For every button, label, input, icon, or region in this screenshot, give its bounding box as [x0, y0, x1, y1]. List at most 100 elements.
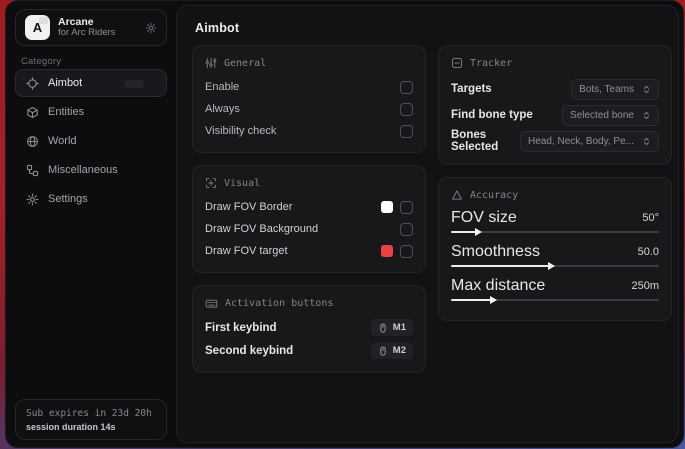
setting-label: Find bone type [451, 109, 562, 121]
setting-label: Enable [205, 81, 400, 93]
tracker-row-targets: Targets Bots, Teams [451, 76, 659, 102]
workflow-icon [26, 164, 39, 177]
slider-row-smoothness: Smoothness 50.0 [451, 242, 659, 261]
category-label: Category [21, 56, 61, 67]
always-checkbox[interactable] [400, 103, 413, 116]
keybind-row-second: Second keybind M2 [205, 339, 413, 362]
card-title: Accuracy [470, 190, 518, 201]
find-bone-type-dropdown[interactable]: Selected bone [562, 105, 659, 126]
tracker-row-bone-type: Find bone type Selected bone [451, 102, 659, 128]
dropdown-value: Bots, Teams [579, 84, 634, 95]
setting-row-fov-target: Draw FOV target [205, 240, 413, 262]
smoothness-slider[interactable] [451, 261, 659, 272]
slider-value: 50° [642, 212, 659, 224]
logo-letter: A [33, 20, 42, 35]
dropdown-value: Selected bone [570, 110, 634, 121]
setting-label: Bones Selected [451, 129, 520, 153]
setting-row-enable: Enable [205, 76, 413, 98]
mouse-icon [378, 323, 388, 333]
chevron-up-down-icon [642, 137, 651, 146]
setting-row-fov-border: Draw FOV Border [205, 196, 413, 218]
app-subtitle: for Arc Riders [58, 28, 116, 39]
sidebar-item-label: Aimbot [48, 77, 82, 89]
keybind-value: M1 [393, 322, 406, 333]
slider-handle[interactable] [548, 262, 555, 270]
nav-item-faint-hint [124, 80, 144, 88]
max-distance-slider[interactable] [451, 295, 659, 306]
left-column: General Enable Always Visibility check [192, 45, 426, 385]
app-window: A Arcane for Arc Riders Category Aimbot [5, 0, 684, 448]
slider-fill [451, 231, 480, 233]
session-duration-text: session duration 14s [26, 422, 156, 432]
dropdown-value: Head, Neck, Body, Pe... [528, 136, 634, 147]
fov-background-checkbox[interactable] [400, 223, 413, 236]
slider-handle[interactable] [490, 296, 497, 304]
color-swatch-white[interactable] [381, 201, 393, 213]
tracker-row-bones-selected: Bones Selected Head, Neck, Body, Pe... [451, 128, 659, 154]
sliders-icon [205, 57, 217, 69]
cube-icon [26, 106, 39, 119]
gear-icon[interactable] [145, 22, 157, 34]
setting-label: Visibility check [205, 125, 400, 137]
first-keybind-button[interactable]: M1 [371, 319, 413, 336]
setting-label: Smoothness [451, 243, 638, 261]
chevron-up-down-icon [642, 111, 651, 120]
slider-track[interactable] [451, 231, 659, 233]
sidebar-item-label: World [48, 135, 77, 147]
slider-row-max-distance: Max distance 250m [451, 276, 659, 295]
keyboard-icon [205, 297, 218, 310]
card-general: General Enable Always Visibility check [192, 45, 426, 153]
card-accuracy: Accuracy FOV size 50° Smoothness 50.0 [438, 177, 672, 321]
page-title: Aimbot [195, 21, 239, 35]
slider-fill [451, 299, 495, 301]
sidebar-item-aimbot[interactable]: Aimbot [15, 69, 167, 97]
slider-fill [451, 265, 553, 267]
sidebar-item-miscellaneous[interactable]: Miscellaneous [15, 156, 167, 184]
card-title: Activation buttons [225, 298, 333, 309]
card-activation-buttons: Activation buttons First keybind M1 Seco… [192, 285, 426, 373]
sidebar-item-label: Miscellaneous [48, 164, 118, 176]
settings-gear-icon [26, 193, 39, 206]
card-title: Visual [224, 178, 260, 189]
scan-box-icon [451, 57, 463, 69]
fov-target-checkbox[interactable] [400, 245, 413, 258]
slider-handle[interactable] [475, 228, 482, 236]
logo-box: A Arcane for Arc Riders [15, 9, 167, 46]
sidebar-nav: Aimbot Entities World Miscellaneous [15, 69, 167, 214]
card-visual: Visual Draw FOV Border Draw FOV Backgrou… [192, 165, 426, 273]
card-title: Tracker [470, 58, 512, 69]
chevron-up-down-icon [642, 85, 651, 94]
color-swatch-red[interactable] [381, 245, 393, 257]
setting-label: Draw FOV target [205, 245, 381, 257]
keybind-row-first: First keybind M1 [205, 316, 413, 339]
crosshair-icon [26, 77, 39, 90]
focus-icon [205, 177, 217, 189]
card-tracker: Tracker Targets Bots, Teams Find bone ty… [438, 45, 672, 165]
setting-row-always: Always [205, 98, 413, 120]
bones-selected-dropdown[interactable]: Head, Neck, Body, Pe... [520, 131, 659, 152]
targets-dropdown[interactable]: Bots, Teams [571, 79, 659, 100]
sidebar-item-entities[interactable]: Entities [15, 98, 167, 126]
globe-icon [26, 135, 39, 148]
setting-label: Always [205, 103, 400, 115]
setting-row-visibility-check: Visibility check [205, 120, 413, 142]
slider-value: 50.0 [638, 246, 659, 258]
sidebar-item-label: Settings [48, 193, 88, 205]
subscription-box: Sub expires in 23d 20h session duration … [15, 399, 167, 440]
second-keybind-button[interactable]: M2 [371, 342, 413, 359]
main-panel: Aimbot General Enable Always [176, 5, 679, 443]
sidebar-item-settings[interactable]: Settings [15, 185, 167, 213]
setting-label: Second keybind [205, 345, 371, 357]
app-logo: A [25, 15, 50, 40]
setting-row-fov-background: Draw FOV Background [205, 218, 413, 240]
slider-value: 250m [631, 280, 659, 292]
card-title: General [224, 58, 266, 69]
fov-size-slider[interactable] [451, 227, 659, 238]
keybind-value: M2 [393, 345, 406, 356]
fov-border-checkbox[interactable] [400, 201, 413, 214]
sidebar-item-world[interactable]: World [15, 127, 167, 155]
sub-expires-text: Sub expires in 23d 20h [26, 408, 156, 419]
setting-label: First keybind [205, 322, 371, 334]
enable-checkbox[interactable] [400, 81, 413, 94]
visibility-check-checkbox[interactable] [400, 125, 413, 138]
